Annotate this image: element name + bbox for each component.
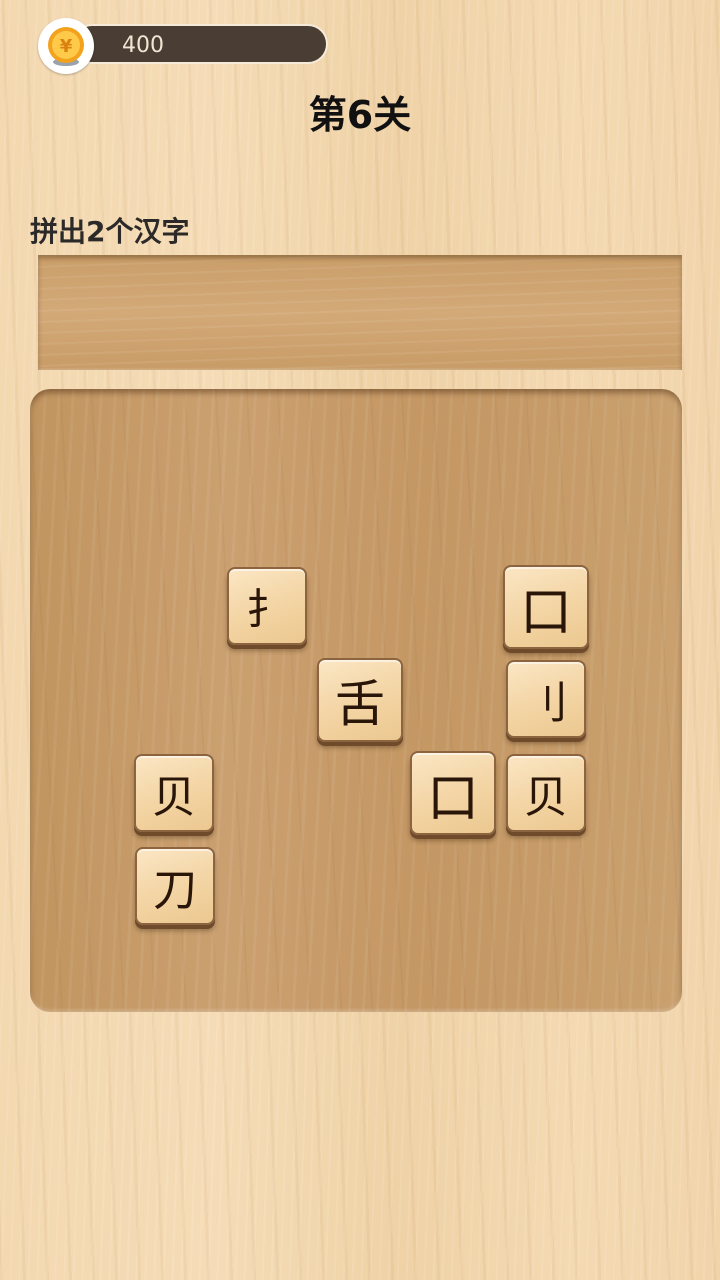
tile-char: 刀 xyxy=(153,865,197,916)
tile-char: 舌 xyxy=(335,675,385,733)
tile-dao[interactable]: 刀 xyxy=(135,847,215,925)
instruction-text: 拼出2个汉字 xyxy=(30,215,190,248)
tile-she[interactable]: 舌 xyxy=(317,658,403,742)
answer-slot[interactable] xyxy=(38,255,682,370)
tile-char: 口 xyxy=(519,582,572,643)
coin-counter: 400 ¥ xyxy=(38,18,330,74)
tile-char: 口 xyxy=(426,768,479,829)
tile-char: 刂 xyxy=(524,678,568,729)
tile-bei-right[interactable]: 贝 xyxy=(506,754,586,832)
tile-char: 扌 xyxy=(245,584,288,634)
level-title: 第6关 xyxy=(308,93,412,137)
coin-track xyxy=(72,24,328,64)
tile-shou-radical[interactable]: 扌 xyxy=(227,567,307,645)
tile-kou-top-right[interactable]: 口 xyxy=(503,565,589,649)
coin-count: 400 xyxy=(122,33,164,58)
tile-bei-left[interactable]: 贝 xyxy=(134,754,214,832)
tile-kou-center[interactable]: 口 xyxy=(410,751,496,835)
yuan-coin-icon: ¥ xyxy=(38,18,94,74)
tile-dao-radical[interactable]: 刂 xyxy=(506,660,586,738)
tile-char: 贝 xyxy=(524,772,568,823)
coin-symbol: ¥ xyxy=(60,36,73,57)
tile-char: 贝 xyxy=(152,772,196,823)
